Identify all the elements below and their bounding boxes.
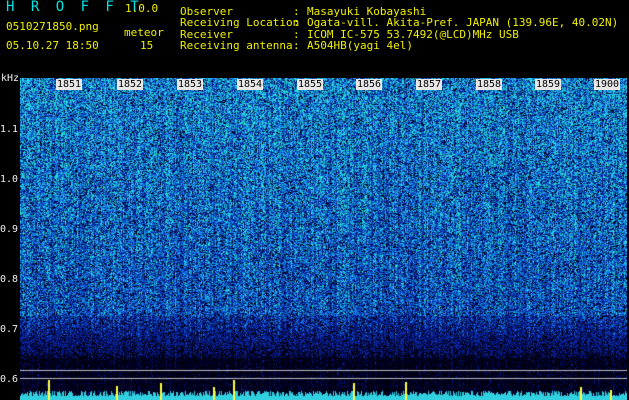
time-tick: 1859 [535,79,562,90]
freq-axis-unit: kHz [1,73,20,84]
file-name: 0510271850.png [6,20,99,33]
time-tick: 1853 [177,79,204,90]
time-tick: 1856 [356,79,383,90]
time-tick: 1855 [297,79,324,90]
time-tick: 1852 [117,79,144,90]
antenna-label: Receiving antenna [180,39,293,52]
time-tick: 1858 [476,79,503,90]
antenna-value: A504HB(yagi 4el) [307,39,413,52]
time-tick: 1854 [237,79,264,90]
freq-tick: 0.9 [0,224,19,235]
spectrogram-canvas [20,78,627,400]
freq-tick: 0.7 [0,324,19,335]
freq-tick: 0.6 [0,374,19,385]
time-tick: 1851 [56,79,83,90]
app-title: H R O F F T [6,0,143,15]
meteor-count-value: 15 [140,39,154,52]
time-tick: 1900 [594,79,621,90]
date-time: 05.10.27 18:50 [6,39,99,52]
freq-tick: 1.1 [0,124,19,135]
app-version: 1.0.0 [125,2,159,15]
antenna-colon: : [293,39,300,52]
freq-tick: 1.0 [0,174,19,185]
time-tick: 1857 [416,79,443,90]
freq-tick: 0.8 [0,274,19,285]
meteor-count-label: meteor [124,26,164,39]
